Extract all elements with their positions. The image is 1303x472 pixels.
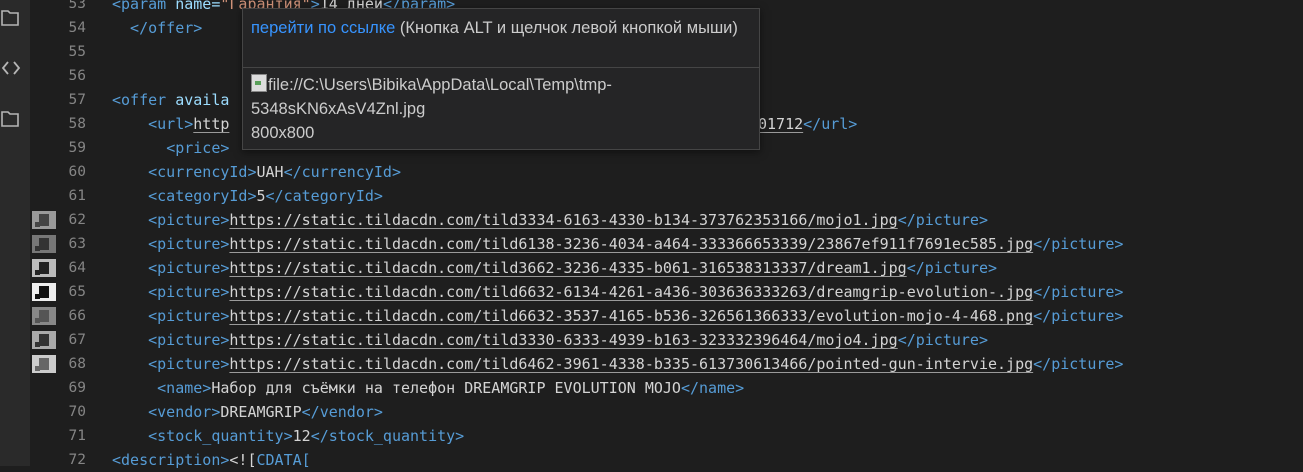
code-text: <offer availa xyxy=(112,91,230,109)
code-line[interactable]: 64 <picture>https://static.tildacdn.com/… xyxy=(0,256,1303,280)
line-number: 59 xyxy=(68,140,86,156)
code-text: <picture>https://static.tildacdn.com/til… xyxy=(148,331,988,349)
line-number: 71 xyxy=(68,428,86,444)
code-text: <description><![CDATA[ xyxy=(112,451,311,469)
code-text: <picture>https://static.tildacdn.com/til… xyxy=(148,235,1124,253)
code-line[interactable]: 67 <picture>https://static.tildacdn.com/… xyxy=(0,328,1303,352)
line-number: 56 xyxy=(68,68,86,84)
code-text: <picture>https://static.tildacdn.com/til… xyxy=(148,307,1124,325)
code-text: <picture>https://static.tildacdn.com/til… xyxy=(148,283,1124,301)
code-line[interactable]: 66 <picture>https://static.tildacdn.com/… xyxy=(0,304,1303,328)
code-text: </offer> xyxy=(112,19,203,37)
code-line[interactable]: 63 <picture>https://static.tildacdn.com/… xyxy=(0,232,1303,256)
image-thumbnail-icon xyxy=(32,235,56,253)
image-thumbnail-icon xyxy=(32,211,56,229)
code-text: <picture>https://static.tildacdn.com/til… xyxy=(148,211,988,229)
follow-link[interactable]: перейти по ссылке xyxy=(251,19,395,37)
image-path-line1: file://C:\Users\Bibika\AppData\Local\Tem… xyxy=(268,76,612,94)
code-text: <url>http xyxy=(148,115,230,133)
line-number: 63 xyxy=(68,236,86,252)
image-path-line2: 5348sKN6xAsV4Znl.jpg xyxy=(251,100,426,118)
line-number: 53 xyxy=(68,0,86,12)
code-text: <price> xyxy=(166,139,230,157)
code-line[interactable]: 72 <description><![CDATA[ xyxy=(0,448,1303,472)
line-number: 57 xyxy=(68,92,86,108)
image-thumbnail-icon xyxy=(32,331,56,349)
line-number: 64 xyxy=(68,260,86,276)
link-hover-tooltip: перейти по ссылке (Кнопка ALT и щелчок л… xyxy=(242,8,760,150)
code-line[interactable]: 62 <picture>https://static.tildacdn.com/… xyxy=(0,208,1303,232)
code-text-tail: 01712</url> xyxy=(758,115,858,133)
line-number: 61 xyxy=(68,188,86,204)
line-number: 68 xyxy=(68,356,86,372)
image-thumbnail-icon xyxy=(32,283,56,301)
code-line[interactable]: 60 <currencyId>UAH</currencyId> xyxy=(0,160,1303,184)
line-number: 66 xyxy=(68,308,86,324)
line-number: 54 xyxy=(68,20,86,36)
line-number: 58 xyxy=(68,116,86,132)
code-text: <picture>https://static.tildacdn.com/til… xyxy=(148,259,998,277)
code-text: <vendor>DREAMGRIP</vendor> xyxy=(148,403,383,421)
line-number: 60 xyxy=(68,164,86,180)
files-icon[interactable] xyxy=(0,8,22,30)
code-line[interactable]: 69 <name>Набор для съёмки на телефон DRE… xyxy=(0,376,1303,400)
code-text: <stock_quantity>12</stock_quantity> xyxy=(148,427,465,445)
line-number: 62 xyxy=(68,212,86,228)
code-text: <categoryId>5</categoryId> xyxy=(148,187,383,205)
line-number: 67 xyxy=(68,332,86,348)
code-line[interactable]: 71 <stock_quantity>12</stock_quantity> xyxy=(0,424,1303,448)
image-thumbnail-icon xyxy=(32,355,56,373)
line-number: 70 xyxy=(68,404,86,420)
code-icon[interactable] xyxy=(0,57,22,79)
code-text: <name>Набор для съёмки на телефон DREAMG… xyxy=(157,379,745,397)
image-thumbnail-icon xyxy=(32,259,56,277)
line-number: 69 xyxy=(68,380,86,396)
code-text: <currencyId>UAH</currencyId> xyxy=(148,163,401,181)
code-line[interactable]: 65 <picture>https://static.tildacdn.com/… xyxy=(0,280,1303,304)
line-number: 65 xyxy=(68,284,86,300)
hover-link-hint: перейти по ссылке (Кнопка ALT и щелчок л… xyxy=(251,17,751,40)
image-thumbnail-icon xyxy=(32,307,56,325)
activity-bar xyxy=(0,0,30,466)
image-preview: file://C:\Users\Bibika\AppData\Local\Tem… xyxy=(251,73,751,145)
hover-divider xyxy=(243,67,759,68)
code-line[interactable]: 70 <vendor>DREAMGRIP</vendor> xyxy=(0,400,1303,424)
image-size: 800x800 xyxy=(251,124,315,142)
code-text: <picture>https://static.tildacdn.com/til… xyxy=(148,355,1124,373)
code-line[interactable]: 68 <picture>https://static.tildacdn.com/… xyxy=(0,352,1303,376)
line-number: 55 xyxy=(68,44,86,60)
folder-icon[interactable] xyxy=(0,108,22,130)
code-line[interactable]: 61 <categoryId>5</categoryId> xyxy=(0,184,1303,208)
alt-click-hint: (Кнопка ALT и щелчок левой кнопкой мыши) xyxy=(395,19,738,37)
line-number: 72 xyxy=(68,452,86,468)
broken-image-icon xyxy=(251,74,267,92)
